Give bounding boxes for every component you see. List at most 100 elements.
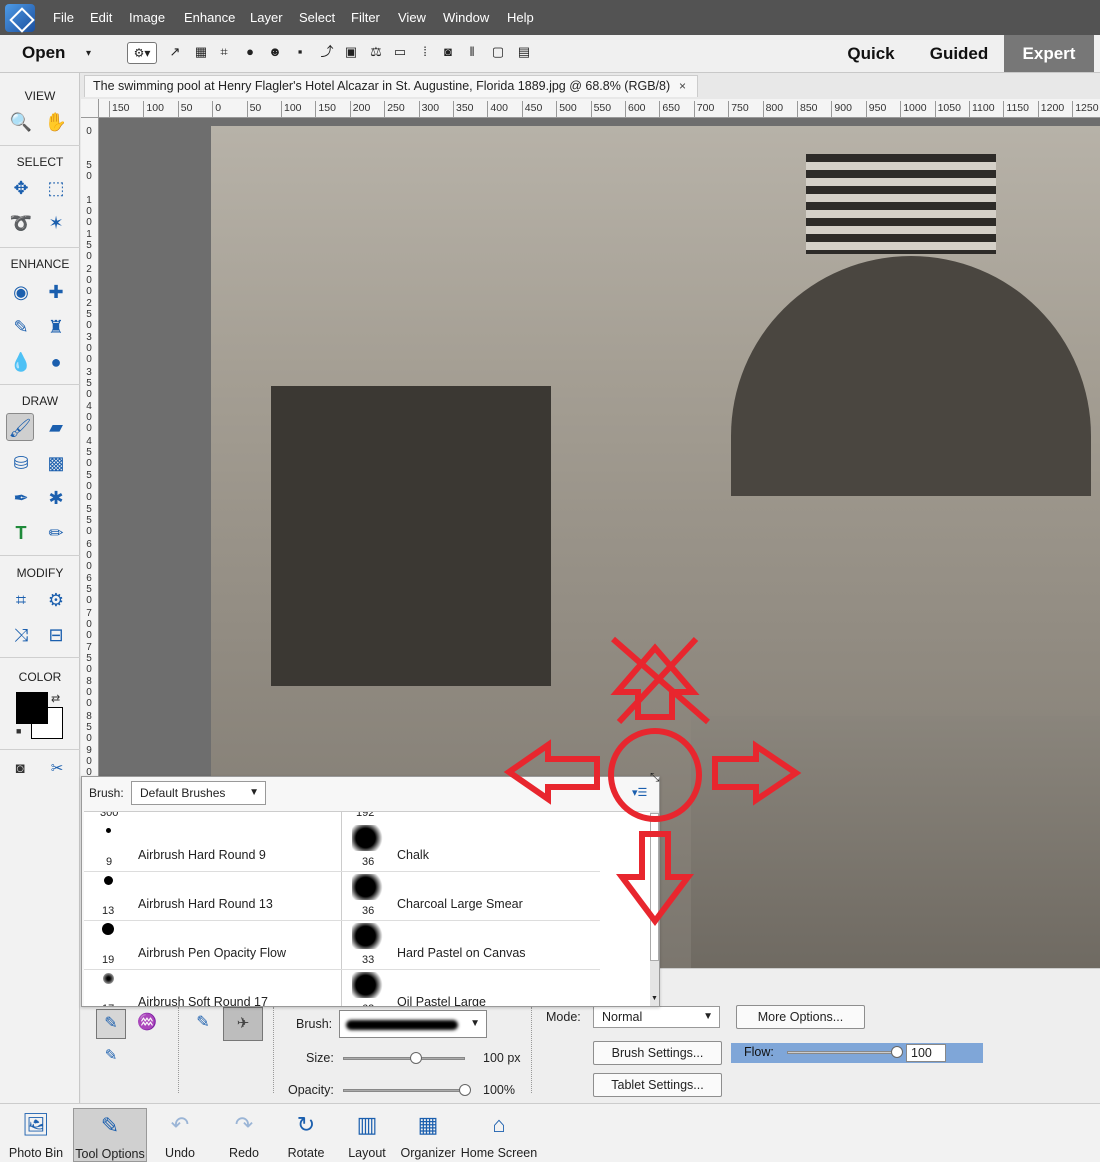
impressionist-brush-icon[interactable]: ✂: [43, 755, 71, 783]
menu-file[interactable]: File: [53, 10, 74, 25]
photo-bin-button[interactable]: 🖼 Photo Bin: [6, 1108, 66, 1162]
opacity-slider-track[interactable]: [343, 1089, 465, 1092]
home-screen-button[interactable]: ⌂ Home Screen: [460, 1108, 538, 1162]
tab-quick[interactable]: Quick: [833, 35, 909, 72]
chart-icon[interactable]: ⤴: [319, 44, 335, 60]
scale-icon[interactable]: ⚖: [368, 44, 384, 60]
type-tool-icon[interactable]: T: [7, 519, 35, 547]
redo-button[interactable]: ↷ Redo: [222, 1108, 266, 1162]
open-dropdown-icon[interactable]: ▾: [86, 48, 91, 59]
eyedropper-tool-icon[interactable]: ✒: [7, 484, 35, 512]
smart-brush-tool-icon[interactable]: ✎: [7, 313, 35, 341]
camera-icon[interactable]: ◙: [440, 44, 456, 60]
tab-guided[interactable]: Guided: [917, 35, 1001, 72]
panel-resize-icon[interactable]: ⤡: [650, 770, 660, 785]
menu-enhance[interactable]: Enhance: [184, 10, 235, 25]
brush-settings-button[interactable]: Brush Settings...: [593, 1041, 722, 1065]
gradient-tool-icon[interactable]: ▩: [42, 449, 70, 477]
scrollbar-thumb[interactable]: [650, 813, 659, 961]
mode-select[interactable]: Normal ▼: [593, 1006, 720, 1028]
brush-variant-icon[interactable]: ✎: [96, 1009, 126, 1039]
eraser-tool-icon[interactable]: ▰: [42, 413, 70, 441]
crop-alt-icon[interactable]: ⌗: [216, 44, 232, 60]
more-options-button[interactable]: More Options...: [736, 1005, 865, 1029]
menu-image[interactable]: Image: [129, 10, 165, 25]
screen-icon[interactable]: ▢: [490, 44, 506, 60]
pencil-tool-icon[interactable]: ✏: [42, 519, 70, 547]
size-slider-knob[interactable]: [410, 1052, 423, 1064]
menu-layer[interactable]: Layer: [250, 10, 283, 25]
red-eye-tool-icon[interactable]: ◉: [7, 278, 35, 306]
brush-set-select[interactable]: Default Brushes ▼: [131, 781, 266, 805]
monitor-icon[interactable]: ▤: [516, 44, 532, 60]
lasso-tool-icon[interactable]: ➰: [7, 209, 35, 237]
brush-item[interactable]: Hard Pastel on Canvas: [397, 946, 526, 960]
brush-list-scrollbar[interactable]: ▼: [650, 811, 659, 1006]
flow-slider-knob[interactable]: [891, 1046, 903, 1058]
create-gear-button[interactable]: ⚙▾: [127, 42, 157, 64]
impressionist-variant-icon[interactable]: ♒: [132, 1009, 162, 1039]
spot-healing-tool-icon[interactable]: ✚: [42, 278, 70, 306]
magic-wand-tool-icon[interactable]: ✶: [42, 209, 70, 237]
brush-item[interactable]: Chalk: [397, 848, 429, 862]
brush-tool-icon[interactable]: 🖌: [6, 413, 34, 441]
brush-item[interactable]: Charcoal Large Smear: [397, 897, 523, 911]
brush-mode-icon[interactable]: ◙: [6, 755, 34, 783]
zoom-tool-icon[interactable]: 🔍: [7, 108, 35, 136]
brush-item[interactable]: Airbrush Hard Round 13: [138, 897, 273, 911]
brush-item[interactable]: Airbrush Pen Opacity Flow: [138, 946, 286, 960]
swap-colors-icon[interactable]: ⇄: [51, 692, 60, 705]
flow-input[interactable]: 100: [906, 1044, 946, 1062]
share-icon[interactable]: ↗: [167, 44, 183, 60]
person-icon[interactable]: ●: [242, 44, 258, 60]
brush-preview-select[interactable]: ▼: [339, 1010, 487, 1038]
calendar-icon[interactable]: ▣: [343, 44, 359, 60]
menu-help[interactable]: Help: [507, 10, 534, 25]
emoji-icon[interactable]: ☻: [267, 44, 283, 60]
clone-stamp-tool-icon[interactable]: ♜: [42, 313, 70, 341]
hand-tool-icon[interactable]: ✋: [42, 108, 70, 136]
paint-bucket-tool-icon[interactable]: ⛁: [7, 449, 35, 477]
brush-item[interactable]: Airbrush Soft Round 17: [138, 995, 268, 1006]
slideshow-icon[interactable]: ▦: [193, 44, 209, 60]
menu-edit[interactable]: Edit: [90, 10, 112, 25]
straighten-tool-icon[interactable]: ⊟: [42, 621, 70, 649]
opacity-slider-knob[interactable]: [459, 1084, 471, 1096]
content-aware-move-tool-icon[interactable]: ⤨: [7, 621, 35, 649]
brush-mode-normal-icon[interactable]: ✎: [188, 1009, 218, 1039]
marquee-tool-icon[interactable]: ⬚: [42, 174, 70, 202]
color-replacement-variant-icon[interactable]: ✎: [96, 1043, 126, 1069]
rotate-button[interactable]: ↻ Rotate: [282, 1108, 330, 1162]
columns-icon[interactable]: ‖: [464, 44, 480, 60]
grid-icon[interactable]: ▪: [292, 44, 308, 60]
brush-item[interactable]: Airbrush Hard Round 9: [138, 848, 266, 862]
move-tool-icon[interactable]: ✥: [7, 174, 35, 202]
tab-expert[interactable]: Expert: [1004, 35, 1094, 72]
opacity-value[interactable]: 100%: [483, 1083, 515, 1097]
size-value[interactable]: 100 px: [483, 1051, 521, 1065]
close-icon[interactable]: ×: [679, 79, 686, 93]
airbrush-mode-icon[interactable]: ✈: [223, 1007, 263, 1041]
foreground-color-swatch[interactable]: [16, 692, 48, 724]
tablet-settings-button[interactable]: Tablet Settings...: [593, 1073, 722, 1097]
panel-menu-icon[interactable]: ▾☰: [632, 786, 647, 799]
layout-button[interactable]: ▥ Layout: [343, 1108, 391, 1162]
menu-view[interactable]: View: [398, 10, 426, 25]
document-tab[interactable]: The swimming pool at Henry Flagler's Hot…: [84, 75, 698, 97]
photo-icon[interactable]: ▭: [392, 44, 408, 60]
tool-options-button[interactable]: ✎ Tool Options: [73, 1108, 147, 1162]
open-button[interactable]: Open: [22, 43, 65, 63]
recompose-tool-icon[interactable]: ⚙: [42, 586, 70, 614]
dots-icon[interactable]: ⁞: [417, 44, 433, 60]
default-colors-icon[interactable]: ■: [16, 726, 21, 736]
sponge-tool-icon[interactable]: ●: [42, 348, 70, 376]
custom-shape-tool-icon[interactable]: ✱: [42, 484, 70, 512]
menu-window[interactable]: Window: [443, 10, 489, 25]
crop-tool-icon[interactable]: ⌗: [7, 586, 35, 614]
menu-filter[interactable]: Filter: [351, 10, 380, 25]
scroll-down-icon[interactable]: ▼: [651, 995, 658, 1002]
size-slider-track[interactable]: [343, 1057, 465, 1060]
brush-item[interactable]: Oil Pastel Large: [397, 995, 486, 1006]
menu-select[interactable]: Select: [299, 10, 335, 25]
organizer-button[interactable]: ▦ Organizer: [400, 1108, 456, 1162]
